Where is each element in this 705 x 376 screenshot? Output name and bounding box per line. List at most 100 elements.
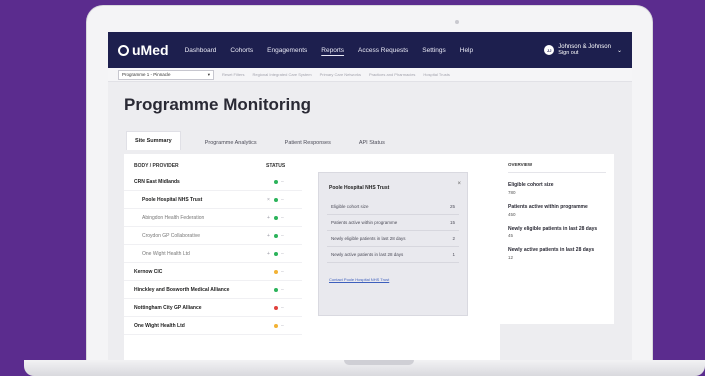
programme-select[interactable]: Programme 1 - Pinnacle ▾ bbox=[118, 69, 214, 80]
nav-item-dashboard[interactable]: Dashboard bbox=[185, 47, 217, 54]
status-dot-icon bbox=[274, 179, 278, 184]
status-dot-icon bbox=[274, 215, 278, 220]
nav-item-cohorts[interactable]: Cohorts bbox=[230, 47, 253, 54]
detail-label: Newly eligible patients in last 28 days bbox=[331, 236, 406, 241]
table-header: BODY / PROVIDER STATUS bbox=[124, 154, 500, 173]
provider-name: One Wight Health Ltd bbox=[134, 322, 185, 329]
filter-chip[interactable]: Practices and Pharmacies bbox=[369, 72, 415, 77]
dash-icon: – bbox=[281, 286, 284, 293]
table-row[interactable]: Kernow CIC – bbox=[124, 263, 302, 281]
chevron-down-icon: ▾ bbox=[207, 71, 210, 77]
filter-chip[interactable]: Reset Filters bbox=[222, 72, 244, 77]
filter-chip[interactable]: Primary Care Networks bbox=[320, 72, 361, 77]
camera-icon bbox=[455, 20, 459, 24]
page-title: Programme Monitoring bbox=[124, 95, 312, 114]
status-cell: + – bbox=[266, 251, 284, 257]
status-dot-icon bbox=[274, 251, 278, 256]
tab-site-summary[interactable]: Site Summary bbox=[126, 131, 181, 150]
sign-out-link[interactable]: Sign out bbox=[558, 50, 611, 56]
expand-icon[interactable]: + bbox=[266, 233, 271, 239]
status-dot-icon bbox=[274, 323, 278, 328]
column-header-body: BODY / PROVIDER bbox=[134, 163, 179, 169]
detail-row: Eligible cohort size 25 bbox=[327, 199, 459, 215]
contact-link[interactable]: Contact Poole Hospital NHS Trust bbox=[329, 277, 467, 282]
provider-name: CRN East Midlands bbox=[134, 178, 180, 185]
tab-api-status[interactable]: API Status bbox=[355, 136, 389, 150]
table-row[interactable]: Nottingham City GP Alliance – bbox=[124, 299, 302, 317]
provider-detail-card: Poole Hospital NHS Trust × Eligible coho… bbox=[318, 172, 468, 316]
detail-value: 1 bbox=[452, 252, 455, 257]
table-row[interactable]: Poole Hospital NHS Trust × – bbox=[124, 191, 302, 209]
provider-name: Kernow CIC bbox=[134, 268, 163, 275]
tab-bar: Site Summary Programme Analytics Patient R… bbox=[126, 131, 632, 150]
status-cell: – bbox=[266, 323, 284, 329]
overview-label: Eligible cohort size bbox=[508, 182, 554, 188]
status-cell: – bbox=[266, 287, 284, 293]
base-notch bbox=[344, 360, 414, 365]
nav-item-help[interactable]: Help bbox=[460, 47, 473, 54]
detail-label: Newly active patients in last 28 days bbox=[331, 252, 404, 257]
overview-value: 780 bbox=[508, 189, 516, 195]
dash-icon: – bbox=[281, 322, 284, 329]
overview-item: Eligible cohort size 780 bbox=[508, 182, 606, 195]
provider-name: Hinckley and Bosworth Medical Alliance bbox=[134, 286, 230, 293]
overview-label: Newly eligible patients in last 28 days bbox=[508, 225, 598, 232]
user-menu[interactable]: JJ Johnson & Johnson Sign out ⌄ bbox=[544, 44, 622, 56]
filter-chip[interactable]: Regional Integrated Care System bbox=[252, 72, 311, 77]
status-cell: + – bbox=[266, 233, 284, 239]
nav-item-access-requests[interactable]: Access Requests bbox=[358, 47, 408, 54]
overview-label: Patients active within programme bbox=[508, 203, 588, 210]
site-summary-panel: BODY / PROVIDER STATUS CRN East Midlands… bbox=[124, 154, 500, 362]
dash-icon: – bbox=[281, 268, 284, 275]
expand-icon[interactable]: + bbox=[266, 251, 271, 257]
status-dot-icon bbox=[274, 197, 278, 202]
status-dot-icon bbox=[274, 269, 278, 274]
close-icon[interactable]: × bbox=[457, 181, 461, 187]
overview-item: Newly eligible patients in last 28 days 4… bbox=[508, 226, 606, 239]
detail-label: Eligible cohort size bbox=[331, 204, 369, 209]
filter-bar: Programme 1 - Pinnacle ▾ Reset Filters Re… bbox=[108, 68, 632, 82]
logo-text: uMed bbox=[132, 42, 169, 58]
overview-value: 450 bbox=[508, 211, 516, 217]
tab-programme-analytics[interactable]: Programme Analytics bbox=[201, 136, 261, 150]
dash-icon: – bbox=[281, 232, 284, 239]
detail-title: Poole Hospital NHS Trust bbox=[329, 185, 390, 191]
overview-heading: OVERVIEW bbox=[508, 162, 606, 173]
status-dot-icon bbox=[274, 287, 278, 292]
collapse-icon[interactable]: × bbox=[266, 197, 271, 203]
table-row[interactable]: One Wight Health Ltd + – bbox=[124, 245, 302, 263]
table-row[interactable]: Abingdon Health Federation + – bbox=[124, 209, 302, 227]
status-cell: × – bbox=[266, 197, 284, 203]
detail-row: Patients active within programme 15 bbox=[327, 215, 459, 231]
status-cell: – bbox=[266, 269, 284, 275]
nav-item-settings[interactable]: Settings bbox=[422, 47, 446, 54]
table-row[interactable]: Hinckley and Bosworth Medical Alliance – bbox=[124, 281, 302, 299]
detail-row: Newly eligible patients in last 28 days 2 bbox=[327, 231, 459, 247]
overview-value: 45 bbox=[508, 233, 514, 239]
tab-patient-responses[interactable]: Patient Responses bbox=[281, 136, 335, 150]
dash-icon: – bbox=[281, 178, 284, 185]
app-screen: uMed Dashboard Cohorts Engagements Reports A… bbox=[108, 32, 632, 362]
status-cell: + – bbox=[266, 215, 284, 221]
umed-logo[interactable]: uMed bbox=[118, 42, 169, 58]
table-row[interactable]: CRN East Midlands – bbox=[124, 173, 302, 191]
overview-value: 12 bbox=[508, 255, 514, 260]
dash-icon: – bbox=[281, 304, 284, 311]
status-cell: – bbox=[266, 179, 284, 185]
logo-mark-icon bbox=[118, 44, 129, 56]
detail-row: Newly active patients in last 28 days 1 bbox=[327, 247, 459, 263]
table-row[interactable]: Croydon GP Collaborative + – bbox=[124, 227, 302, 245]
provider-name: Croydon GP Collaborative bbox=[142, 232, 200, 239]
top-navigation: uMed Dashboard Cohorts Engagements Reports A… bbox=[108, 32, 632, 68]
expand-icon[interactable]: + bbox=[266, 215, 271, 221]
overview-label: Newly active patients in last 28 days bbox=[508, 247, 595, 254]
provider-name: Poole Hospital NHS Trust bbox=[142, 196, 203, 203]
overview-panel: OVERVIEW Eligible cohort size 780 Patients… bbox=[500, 154, 614, 324]
nav-item-engagements[interactable]: Engagements bbox=[267, 47, 307, 54]
nav-menu: Dashboard Cohorts Engagements Reports Access… bbox=[185, 47, 545, 54]
nav-item-reports[interactable]: Reports bbox=[321, 47, 344, 54]
filter-chip[interactable]: Hospital Trusts bbox=[423, 72, 449, 77]
provider-name: One Wight Health Ltd bbox=[142, 250, 190, 257]
status-dot-icon bbox=[274, 305, 278, 310]
table-row[interactable]: One Wight Health Ltd – bbox=[124, 317, 302, 335]
